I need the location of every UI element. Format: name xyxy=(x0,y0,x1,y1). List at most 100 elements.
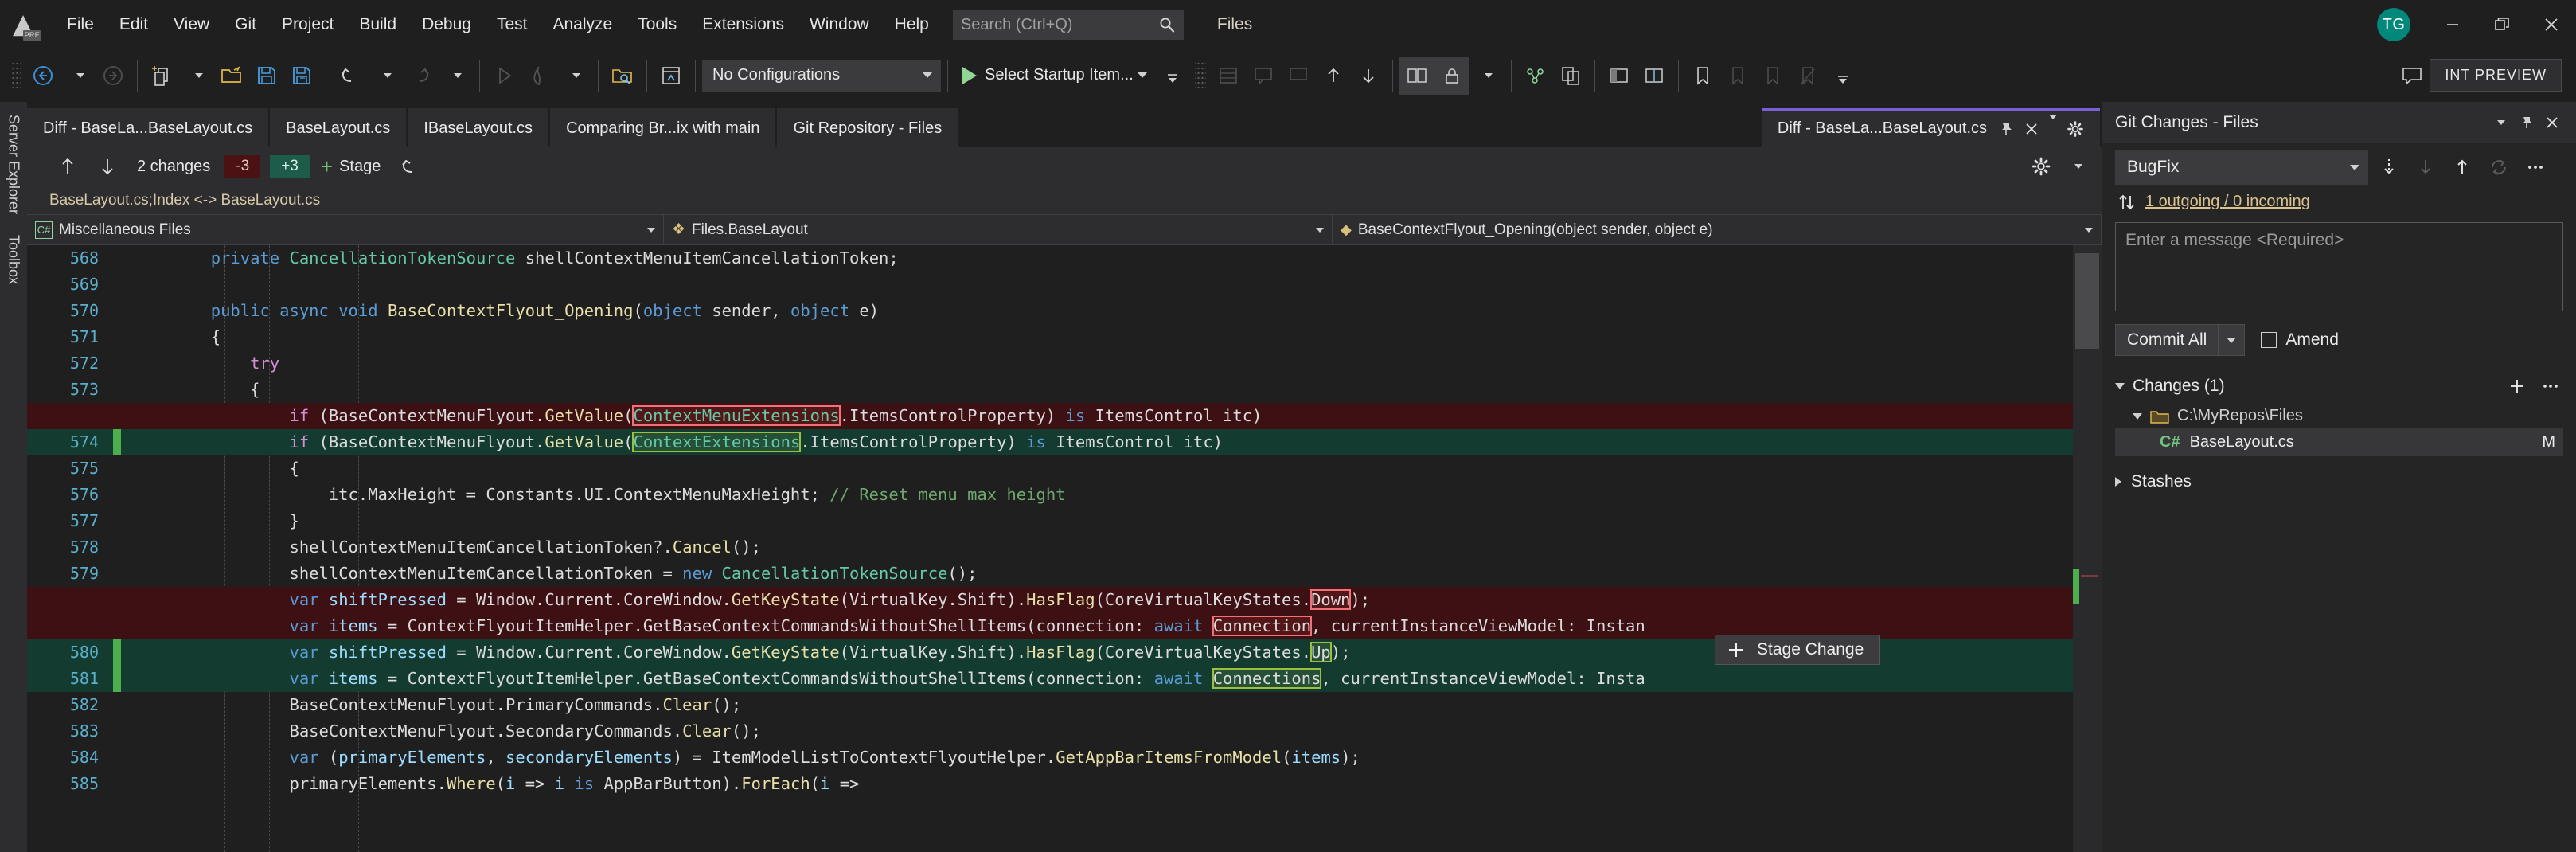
code-line[interactable]: 582 BaseContextMenuFlyout.PrimaryCommand… xyxy=(27,692,2073,718)
expand-collapse-icon-changes[interactable] xyxy=(2115,383,2125,389)
startup-overflow-button[interactable] xyxy=(1155,57,1190,95)
next-change-button[interactable] xyxy=(89,153,126,180)
window-layout-icon[interactable] xyxy=(1602,57,1637,95)
code-rows[interactable]: 568 private CancellationTokenSource shel… xyxy=(27,245,2073,797)
live-share-icon[interactable] xyxy=(654,57,689,95)
menu-item-view[interactable]: View xyxy=(161,0,222,49)
code-line[interactable]: 581 var items = ContextFlyoutItemHelper.… xyxy=(27,666,2073,692)
tab-overflow-icon[interactable] xyxy=(2049,115,2057,138)
toolbar-overflow-button[interactable] xyxy=(1825,57,1860,95)
expand-collapse-icon-stashes[interactable] xyxy=(2115,477,2121,487)
code-line[interactable]: 574 if (BaseContextMenuFlyout.GetValue(C… xyxy=(27,429,2073,455)
bookmark-clear-icon[interactable] xyxy=(1790,57,1825,95)
code-line[interactable]: 579 shellContextMenuItemCancellationToke… xyxy=(27,561,2073,587)
changes-more-actions-button[interactable] xyxy=(2538,373,2563,399)
compare-dropdown[interactable] xyxy=(1469,57,1505,95)
git-more-actions-button[interactable] xyxy=(2519,151,2551,183)
pull-button[interactable] xyxy=(2410,151,2441,183)
commit-message-input[interactable]: Enter a message <Required> xyxy=(2115,222,2563,311)
minimize-button[interactable] xyxy=(2428,0,2477,49)
redo-dropdown[interactable] xyxy=(438,57,473,95)
menu-item-test[interactable]: Test xyxy=(484,0,541,49)
tab-ibaselayout-cs[interactable]: IBaseLayout.cs xyxy=(408,108,549,147)
hot-reload-button[interactable] xyxy=(521,57,556,95)
save-button[interactable] xyxy=(249,57,284,95)
navigate-backward-dropdown[interactable] xyxy=(60,57,96,95)
previous-change-button[interactable] xyxy=(49,153,86,180)
avatar[interactable]: TG xyxy=(2377,8,2410,41)
bookmark-next-icon[interactable] xyxy=(1755,57,1790,95)
int-preview-badge[interactable]: INT PREVIEW xyxy=(2430,59,2562,92)
diff-settings-dropdown[interactable] xyxy=(2063,161,2090,172)
navbar-member-dropdown[interactable]: ◆ BaseContextFlyout_Opening(object sende… xyxy=(1333,215,2102,244)
changed-file-row[interactable]: C# BaseLayout.cs M xyxy=(2115,428,2563,456)
pin-icon-panel[interactable] xyxy=(2514,110,2539,135)
code-line[interactable]: 585 primaryElements.Where(i => i is AppB… xyxy=(27,771,2073,797)
code-map-icon[interactable] xyxy=(1518,57,1553,95)
scroll-minimap[interactable] xyxy=(2073,245,2102,852)
code-line[interactable]: 569 xyxy=(27,272,2073,298)
compare-icon[interactable] xyxy=(1399,56,1434,95)
commit-all-button[interactable]: Commit All xyxy=(2115,324,2246,356)
menu-item-git[interactable]: Git xyxy=(222,0,269,49)
code-line[interactable]: 570 public async void BaseContextFlyout_… xyxy=(27,298,2073,324)
tab-baselayout-cs[interactable]: BaseLayout.cs xyxy=(270,108,407,147)
menu-item-edit[interactable]: Edit xyxy=(107,0,161,49)
uncomment-icon[interactable] xyxy=(1281,57,1316,95)
gear-icon[interactable] xyxy=(2067,120,2084,138)
fetch-button[interactable] xyxy=(2373,151,2405,183)
new-project-dropdown[interactable] xyxy=(179,57,214,95)
code-line[interactable]: 578 shellContextMenuItemCancellationToke… xyxy=(27,534,2073,561)
move-down-icon[interactable] xyxy=(1351,57,1386,95)
tab-diff-baselayout-1[interactable]: Diff - BaseLa...BaseLayout.cs xyxy=(27,108,269,147)
menu-item-help[interactable]: Help xyxy=(882,0,942,49)
navbar-type-dropdown[interactable]: ❖ Files.BaseLayout xyxy=(664,215,1333,244)
toolbar-grip[interactable] xyxy=(10,59,21,92)
move-up-icon[interactable] xyxy=(1316,57,1351,95)
code-line[interactable]: 568 private CancellationTokenSource shel… xyxy=(27,245,2073,272)
navbar-project-dropdown[interactable]: C# Miscellaneous Files xyxy=(27,215,664,244)
split-view-icon[interactable] xyxy=(1637,57,1672,95)
open-file-button[interactable] xyxy=(214,57,249,95)
push-button[interactable] xyxy=(2446,151,2478,183)
tab-diff-baselayout-active[interactable]: Diff - BaseLa...BaseLayout.cs xyxy=(1761,108,2100,147)
tab-comparing-branches[interactable]: Comparing Br...ix with main xyxy=(550,108,776,147)
close-icon-panel[interactable] xyxy=(2539,110,2565,135)
expand-collapse-icon-folder[interactable] xyxy=(2133,412,2142,420)
startup-item-button[interactable]: Select Startup Item... xyxy=(954,57,1155,95)
restore-button[interactable] xyxy=(2477,0,2527,49)
stage-change-overlay-button[interactable]: Stage Change xyxy=(1715,635,1881,665)
menu-item-analyze[interactable]: Analyze xyxy=(540,0,625,49)
changes-folder-row[interactable]: C:\MyRepos\Files xyxy=(2115,404,2563,428)
amend-checkbox[interactable] xyxy=(2261,332,2277,348)
new-project-button[interactable] xyxy=(144,57,179,95)
undo-dropdown[interactable] xyxy=(368,57,403,95)
clone-detect-icon[interactable] xyxy=(1553,57,1588,95)
sync-status-row[interactable]: 1 outgoing / 0 incoming xyxy=(2117,193,2563,211)
code-line[interactable]: 583 BaseContextMenuFlyout.SecondaryComma… xyxy=(27,718,2073,745)
panel-menu-icon[interactable] xyxy=(2488,110,2514,135)
diff-editor[interactable]: 568 private CancellationTokenSource shel… xyxy=(27,245,2102,852)
redo-button[interactable] xyxy=(403,57,438,95)
quick-search-box[interactable]: Search (Ctrl+Q) xyxy=(952,10,1184,40)
save-all-button[interactable] xyxy=(284,57,319,95)
menu-item-build[interactable]: Build xyxy=(346,0,409,49)
menu-item-extensions[interactable]: Extensions xyxy=(689,0,797,49)
branch-dropdown[interactable]: BugFix xyxy=(2115,150,2368,185)
code-line[interactable]: 572 try xyxy=(27,350,2073,377)
code-line[interactable]: 584 var (primaryElements, secondaryEleme… xyxy=(27,745,2073,771)
start-debug-button[interactable] xyxy=(486,57,521,95)
diff-settings-button[interactable] xyxy=(2023,153,2059,180)
bookmark-prev-icon[interactable] xyxy=(1720,57,1755,95)
pin-icon[interactable] xyxy=(1998,121,2014,137)
bookmark-icon[interactable] xyxy=(1685,57,1720,95)
menu-item-project[interactable]: Project xyxy=(269,0,346,49)
configuration-dropdown[interactable]: No Configurations xyxy=(702,59,941,92)
lock-icon[interactable] xyxy=(1434,56,1469,95)
comment-icon[interactable] xyxy=(1246,57,1281,95)
code-line[interactable]: 573 { xyxy=(27,377,2073,403)
stage-button[interactable]: + Stage xyxy=(313,154,388,179)
search-solution-icon[interactable] xyxy=(605,57,640,95)
code-line[interactable]: 576 itc.MaxHeight = Constants.UI.Context… xyxy=(27,482,2073,508)
hot-reload-dropdown[interactable] xyxy=(556,57,591,95)
